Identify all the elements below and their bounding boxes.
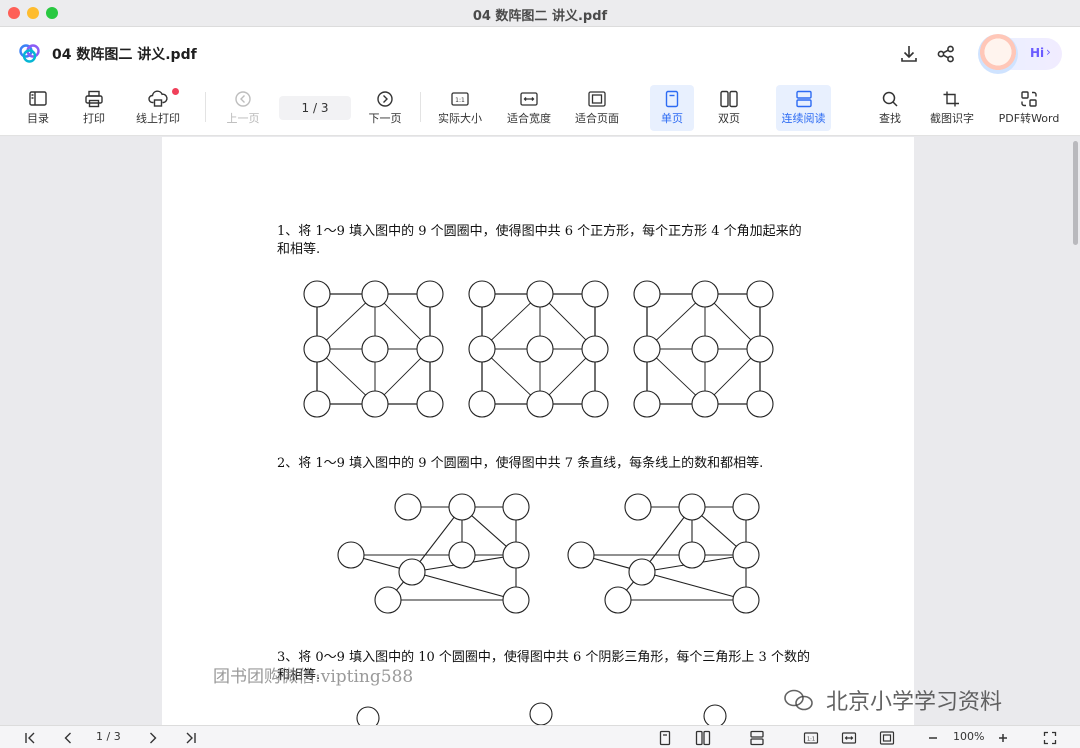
pdf-page: 1、将 1～9 填入图中的 9 个圆圈中，使得图中共 6 个正方形，每个正方形 … xyxy=(162,137,914,725)
print-label: 打印 xyxy=(83,112,105,125)
vertical-scrollbar[interactable] xyxy=(1073,141,1078,245)
document-title: 04 数阵图二 讲义.pdf xyxy=(52,47,197,63)
fit-page-label: 适合页面 xyxy=(575,112,619,125)
actual-size-icon[interactable]: 1:1 xyxy=(803,730,819,746)
zoom-out-icon[interactable] xyxy=(925,730,941,746)
app-header: 04 数阵图二 讲义.pdf Hi › xyxy=(0,27,1080,80)
continuous-scroll-icon xyxy=(795,90,812,108)
actual-size-label: 实际大小 xyxy=(438,112,482,125)
double-page-view-icon[interactable] xyxy=(695,730,711,746)
page-number-input[interactable]: 1 / 3 xyxy=(279,96,351,120)
prev-page-icon[interactable] xyxy=(60,730,76,746)
document-viewer[interactable]: 1、将 1～9 填入图中的 9 个圆圈中，使得图中共 6 个正方形，每个正方形 … xyxy=(0,137,1080,725)
search-icon xyxy=(882,91,898,107)
question-2-figures xyxy=(337,493,760,614)
fit-page-icon[interactable] xyxy=(879,730,895,746)
zoom-level[interactable]: 100% xyxy=(953,730,984,743)
watermark-right: 北京小学学习资料 xyxy=(826,690,1003,715)
window-titlebar: 04 数阵图二 讲义.pdf xyxy=(0,0,1080,27)
double-page-label: 双页 xyxy=(718,112,740,125)
next-page-icon[interactable] xyxy=(145,730,161,746)
online-print-label: 线上打印 xyxy=(136,112,180,125)
print-button[interactable]: 打印 xyxy=(72,85,116,131)
single-page-icon xyxy=(665,90,679,108)
single-page-button[interactable]: 单页 xyxy=(650,85,694,131)
pdf-to-word-label: PDF转Word xyxy=(998,112,1060,125)
svg-text:1:1: 1:1 xyxy=(807,737,815,743)
ai-assistant-button[interactable]: Hi › xyxy=(978,34,1062,74)
watermark-left: 团书团购微信:vipting588 xyxy=(213,667,414,687)
toolbar-divider xyxy=(420,92,421,122)
question-1-text-line1: 1、将 1～9 填入图中的 9 个圆圈中，使得图中共 6 个正方形，每个正方形 … xyxy=(277,224,802,239)
printer-icon xyxy=(85,90,103,108)
actual-size-button[interactable]: 1:1 实际大小 xyxy=(434,85,486,131)
square-grid-figure-b xyxy=(468,280,609,418)
screenshot-ocr-label: 截图识字 xyxy=(930,112,974,125)
question-2-text: 2、将 1～9 填入图中的 9 个圆圈中，使得图中共 7 条直线，每条线上的数和… xyxy=(277,456,764,471)
next-page-button[interactable]: 下一页 xyxy=(362,85,408,131)
window-title: 04 数阵图二 讲义.pdf xyxy=(472,9,608,24)
share-icon[interactable] xyxy=(935,43,957,65)
find-label: 查找 xyxy=(879,112,901,125)
continuous-view-icon[interactable] xyxy=(749,730,765,746)
fit-page-icon xyxy=(588,91,606,107)
assistant-hi-label: Hi xyxy=(1030,46,1045,60)
chevron-right-icon: › xyxy=(1046,45,1051,59)
notification-dot xyxy=(172,88,179,95)
zoom-in-icon[interactable] xyxy=(995,730,1011,746)
screenshot-ocr-button[interactable]: 截图识字 xyxy=(926,85,978,131)
online-print-button[interactable]: 线上打印 xyxy=(128,85,188,131)
fit-page-button[interactable]: 适合页面 xyxy=(571,85,623,131)
fit-width-button[interactable]: 适合宽度 xyxy=(503,85,555,131)
first-page-icon[interactable] xyxy=(22,730,38,746)
double-page-button[interactable]: 双页 xyxy=(707,85,751,131)
double-page-icon xyxy=(720,90,738,108)
question-3-figures-partial xyxy=(356,702,727,725)
question-1-text-line2: 和相等. xyxy=(277,242,321,257)
prev-page-label: 上一页 xyxy=(226,112,260,125)
continuous-reading-label: 连续阅读 xyxy=(781,112,826,125)
prev-page-button[interactable]: 上一页 xyxy=(220,85,266,131)
svg-text:1:1: 1:1 xyxy=(455,97,465,104)
actual-size-icon: 1:1 xyxy=(451,92,469,106)
line-figure-b xyxy=(567,493,760,614)
contents-label: 目录 xyxy=(27,112,49,125)
sidebar-icon xyxy=(29,91,47,106)
chevron-right-circle-icon xyxy=(377,91,393,107)
last-page-icon[interactable] xyxy=(183,730,199,746)
status-page-indicator[interactable]: 1 / 3 xyxy=(96,730,121,743)
app-logo-icon xyxy=(19,44,40,63)
assistant-avatar xyxy=(978,34,1018,74)
fit-width-icon xyxy=(520,92,538,106)
wechat-logo-icon xyxy=(784,689,813,711)
crop-icon xyxy=(943,91,959,107)
toolbar-divider xyxy=(205,92,206,122)
find-button[interactable]: 查找 xyxy=(868,85,912,131)
line-figure-a xyxy=(337,493,530,614)
contents-button[interactable]: 目录 xyxy=(16,85,60,131)
download-icon[interactable] xyxy=(898,43,920,65)
square-grid-figure-c xyxy=(633,280,774,418)
single-page-view-icon[interactable] xyxy=(657,730,673,746)
cloud-print-icon xyxy=(148,90,168,107)
fullscreen-icon[interactable] xyxy=(1042,730,1058,746)
fit-width-icon[interactable] xyxy=(841,730,857,746)
pdf-to-word-button[interactable]: PDF转Word xyxy=(994,85,1064,131)
status-bar: 1 / 3 1:1 100% xyxy=(0,725,1080,748)
single-page-label: 单页 xyxy=(661,112,683,125)
question-1-figures xyxy=(303,280,774,418)
convert-icon xyxy=(1021,91,1037,107)
next-page-label: 下一页 xyxy=(368,112,402,125)
square-grid-figure-a xyxy=(303,280,444,418)
continuous-reading-button[interactable]: 连续阅读 xyxy=(776,85,831,131)
chevron-left-circle-icon xyxy=(235,91,251,107)
fit-width-label: 适合宽度 xyxy=(507,112,551,125)
